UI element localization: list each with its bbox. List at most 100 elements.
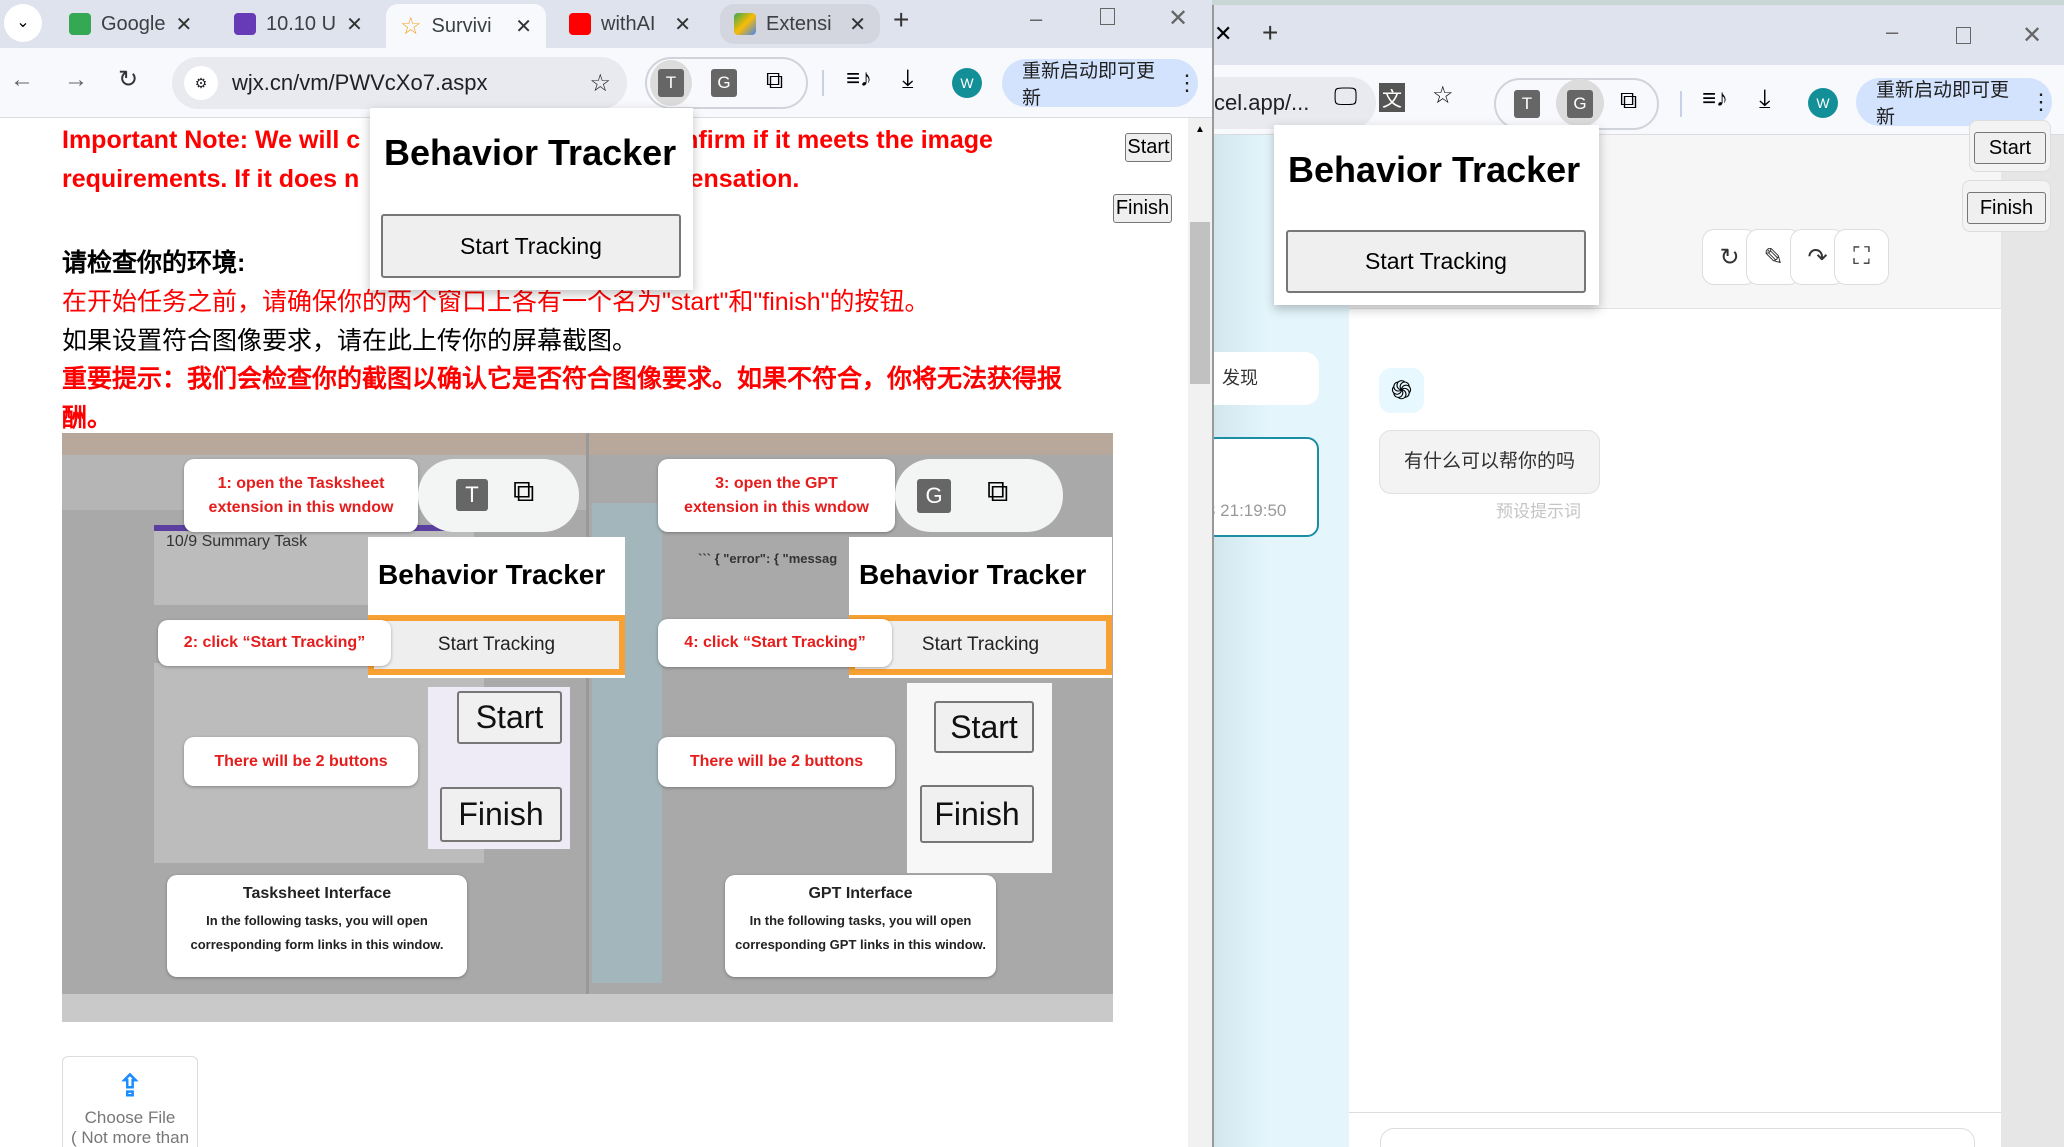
close-icon[interactable]: ✕ xyxy=(515,14,532,39)
bookmark-star-icon[interactable]: ☆ xyxy=(589,69,611,98)
chat-bubble: 有什么可以帮你的吗 xyxy=(1379,430,1600,494)
two-buttons-callout-left: There will be 2 buttons xyxy=(184,737,418,786)
update-button[interactable]: 重新启动即可更新 ⋮ xyxy=(1002,59,1198,109)
close-icon[interactable]: ✕ xyxy=(176,12,193,37)
start-button[interactable]: Start xyxy=(1125,133,1172,162)
forward-icon[interactable]: → xyxy=(64,66,88,94)
bookmark-star-icon[interactable]: ☆ xyxy=(1432,81,1454,110)
important-warning-line1: 重要提示：我们会检查你的截图以确认它是否符合图像要求。如果不符合，你将无法获得报 xyxy=(62,365,1063,393)
popup-title: Behavior Tracker xyxy=(1288,149,1581,190)
right-gutter xyxy=(2001,135,2064,1147)
download-icon[interactable]: ⤓ xyxy=(902,63,914,95)
scroll-up-arrow[interactable]: ▲ xyxy=(1188,124,1212,135)
extension-pill-g: G ⧉ xyxy=(895,459,1063,532)
close-icon[interactable]: ✕ xyxy=(346,12,363,37)
gpt-extension-icon: G xyxy=(917,479,951,513)
gpt-title: GPT Interface xyxy=(808,885,913,902)
embedded-start-right: Start xyxy=(934,701,1034,753)
step4-callout: 4: click “Start Tracking” xyxy=(658,619,892,667)
tab-survival[interactable]: ☆ Survivi ✕ xyxy=(386,4,546,48)
tasksheet-desc: In the following tasks, you will open co… xyxy=(190,913,444,952)
preset-hint: 预设提示词 xyxy=(1496,502,1581,521)
tasksheet-interface-box: Tasksheet Interface In the following tas… xyxy=(167,875,467,977)
tasksheet-extension-icon[interactable]: T xyxy=(1514,90,1540,118)
finish-button[interactable]: Finish xyxy=(1113,194,1172,223)
sidebar-session-selected[interactable]: 3 21:19:50 xyxy=(1212,437,1319,537)
puzzle-icon[interactable]: ⧉ xyxy=(1620,87,1637,115)
fullscreen-icon[interactable]: ⛶ xyxy=(1834,229,1889,285)
update-button[interactable]: 重新启动即可更新 ⋮ xyxy=(1856,78,2052,128)
download-icon[interactable]: ⤓ xyxy=(1759,83,1771,115)
translate-icon[interactable]: 文 xyxy=(1379,83,1405,112)
close-icon[interactable]: ✕ xyxy=(849,12,866,37)
chat-input[interactable] xyxy=(1380,1128,1975,1147)
start-tracking-button[interactable]: Start Tracking xyxy=(1286,230,1586,293)
address-bar[interactable]: ⚙ wjx.cn/vm/PWVcXo7.aspx ☆ xyxy=(172,57,627,109)
start-tracking-button[interactable]: Start Tracking xyxy=(381,214,681,278)
sidebar-discover[interactable]: 发现 xyxy=(1214,352,1319,405)
gpt-extension-icon[interactable]: G xyxy=(711,69,737,97)
back-icon[interactable]: ← xyxy=(10,66,34,94)
choose-file-button[interactable]: ⇪ Choose File ( Not more than xyxy=(62,1056,198,1147)
left-browser-window: ⌄ Google ✕ 10.10 U ✕ ☆ Survivi ✕ withAI ✕ Ext… xyxy=(0,0,1212,1147)
forms-icon xyxy=(234,13,256,35)
scrollbar[interactable]: ▲ xyxy=(1188,118,1212,1147)
tasksheet-extension-icon[interactable]: T xyxy=(658,69,684,97)
embedded-tracker-title: Behavior Tracker xyxy=(378,559,606,590)
tab-bar: ⌄ Google ✕ 10.10 U ✕ ☆ Survivi ✕ withAI ✕ Ext… xyxy=(0,0,1212,48)
step1-callout: 1: open the Tasksheet extension in this … xyxy=(184,459,418,532)
profile-avatar[interactable]: W xyxy=(952,68,982,98)
choose-file-label: Choose File xyxy=(84,1108,176,1127)
embedded-divider xyxy=(586,433,589,994)
divider xyxy=(1680,91,1682,117)
two-buttons-callout-right: There will be 2 buttons xyxy=(658,737,895,787)
embedded-start-tracking: Start Tracking xyxy=(368,615,625,675)
example-screenshot: 10/9 Summary Task ``` { "error": { "mess… xyxy=(62,433,1113,1022)
new-tab-button[interactable]: + xyxy=(1262,17,1278,49)
puzzle-icon[interactable]: ⧉ xyxy=(766,67,783,95)
file-limit-label: ( Not more than xyxy=(70,1128,190,1147)
minimize-button[interactable]: – xyxy=(1886,19,1898,45)
gpt-avatar-icon: ֍ xyxy=(1379,368,1424,413)
new-tab-button[interactable]: + xyxy=(893,4,909,36)
tab-close-icon[interactable]: ✕ xyxy=(1214,21,1232,47)
start-button[interactable]: Start xyxy=(1974,132,2046,164)
close-window-button[interactable]: ✕ xyxy=(1168,4,1188,33)
media-icon[interactable]: ≡♪ xyxy=(846,65,872,93)
note-text: nfirm if it meets the image xyxy=(683,126,993,154)
finish-button[interactable]: Finish xyxy=(1967,192,2046,224)
section-heading: 请检查你的环境: xyxy=(62,249,246,277)
maximize-button[interactable] xyxy=(1100,8,1115,25)
close-icon[interactable]: ✕ xyxy=(674,12,691,37)
embedded-finish-left: Finish xyxy=(440,787,562,842)
scrollbar-thumb[interactable] xyxy=(1190,222,1210,384)
profile-avatar[interactable]: W xyxy=(1808,88,1838,118)
tab-label: Survivi xyxy=(431,14,492,37)
close-window-button[interactable]: ✕ xyxy=(2022,21,2042,50)
gpt-interface-box: GPT Interface In the following tasks, yo… xyxy=(725,875,996,977)
tab-forms[interactable]: 10.10 U ✕ xyxy=(220,4,370,44)
embedded-tracker-title: Behavior Tracker xyxy=(859,559,1087,590)
discover-label: 发现 xyxy=(1222,368,1258,388)
media-icon[interactable]: ≡♪ xyxy=(1702,85,1728,113)
session-time: 3 21:19:50 xyxy=(1212,501,1287,520)
tab-bar: ✕ + – ✕ xyxy=(1214,5,2064,65)
reload-icon[interactable]: ↻ xyxy=(118,65,138,94)
menu-icon[interactable]: ⋮ xyxy=(2030,89,2052,115)
google-meet-icon xyxy=(69,13,91,35)
upload-instruction: 如果设置符合图像要求，请在此上传你的屏幕截图。 xyxy=(62,327,638,355)
install-app-icon[interactable]: 🖵 xyxy=(1334,83,1357,111)
gpt-extension-icon[interactable]: G xyxy=(1567,90,1593,118)
tab-search-button[interactable]: ⌄ xyxy=(4,4,42,42)
tab-label: 10.10 U xyxy=(266,12,337,35)
youtube-icon xyxy=(569,13,591,35)
update-label: 重新启动即可更新 xyxy=(1022,61,1156,109)
minimize-button[interactable]: – xyxy=(1030,6,1042,32)
tab-google[interactable]: Google ✕ xyxy=(55,4,205,44)
embedded-taskbar xyxy=(62,994,1113,1022)
tab-youtube[interactable]: withAI ✕ xyxy=(555,4,705,44)
maximize-button[interactable] xyxy=(1956,27,1971,44)
tab-extensions[interactable]: Extensi ✕ xyxy=(720,4,880,44)
site-settings-icon[interactable]: ⚙ xyxy=(184,66,218,100)
menu-icon[interactable]: ⋮ xyxy=(1176,70,1198,96)
